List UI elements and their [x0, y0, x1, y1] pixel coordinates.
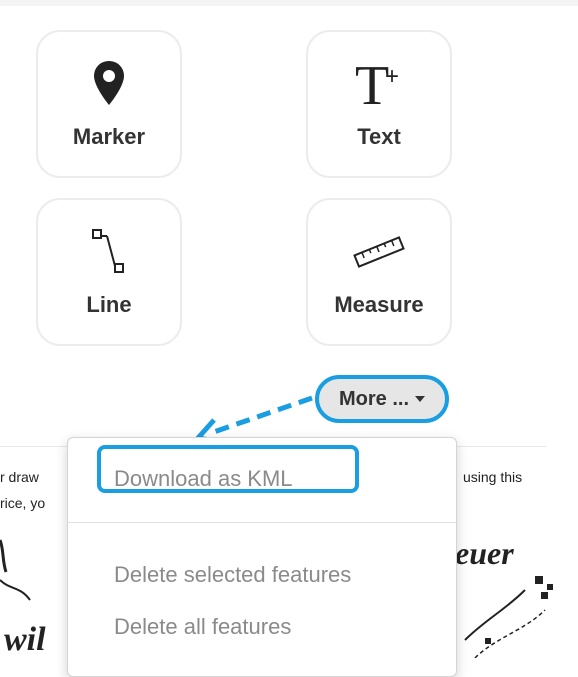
map-pin-icon	[38, 54, 180, 114]
polyline-icon	[38, 222, 180, 282]
top-border	[0, 0, 578, 6]
map-label-top: euer	[455, 535, 514, 571]
line-tool-label: Line	[86, 292, 132, 317]
measure-tool-label: Measure	[334, 292, 424, 317]
text-tool-label: Text	[357, 124, 401, 149]
text-add-icon: T +	[308, 54, 450, 114]
map-label-bottom: wil	[4, 621, 46, 658]
map-preview-right: euer	[455, 520, 578, 658]
caret-down-icon	[415, 396, 425, 402]
more-button[interactable]: More ...	[315, 375, 449, 423]
text-tool-button[interactable]: T + Text	[306, 30, 452, 178]
svg-text:+: +	[385, 63, 399, 90]
background-text-left-1: r draw	[0, 469, 39, 485]
background-text-right-1: using this	[463, 469, 523, 485]
download-kml-highlight	[97, 445, 359, 493]
marker-tool-button[interactable]: Marker	[36, 30, 182, 178]
line-tool-button[interactable]: Line	[36, 198, 182, 346]
marker-tool-label: Marker	[72, 124, 146, 149]
menu-divider	[68, 522, 456, 523]
menu-item-delete-all[interactable]: Delete all features	[114, 614, 291, 640]
more-button-label: More ...	[338, 387, 409, 410]
measure-tool-button[interactable]: Measure	[306, 198, 452, 346]
ruler-icon	[308, 222, 450, 282]
menu-item-delete-selected[interactable]: Delete selected features	[114, 562, 351, 588]
background-text-left-2: rice, yo	[0, 495, 46, 511]
map-preview-left: wil	[0, 520, 70, 658]
